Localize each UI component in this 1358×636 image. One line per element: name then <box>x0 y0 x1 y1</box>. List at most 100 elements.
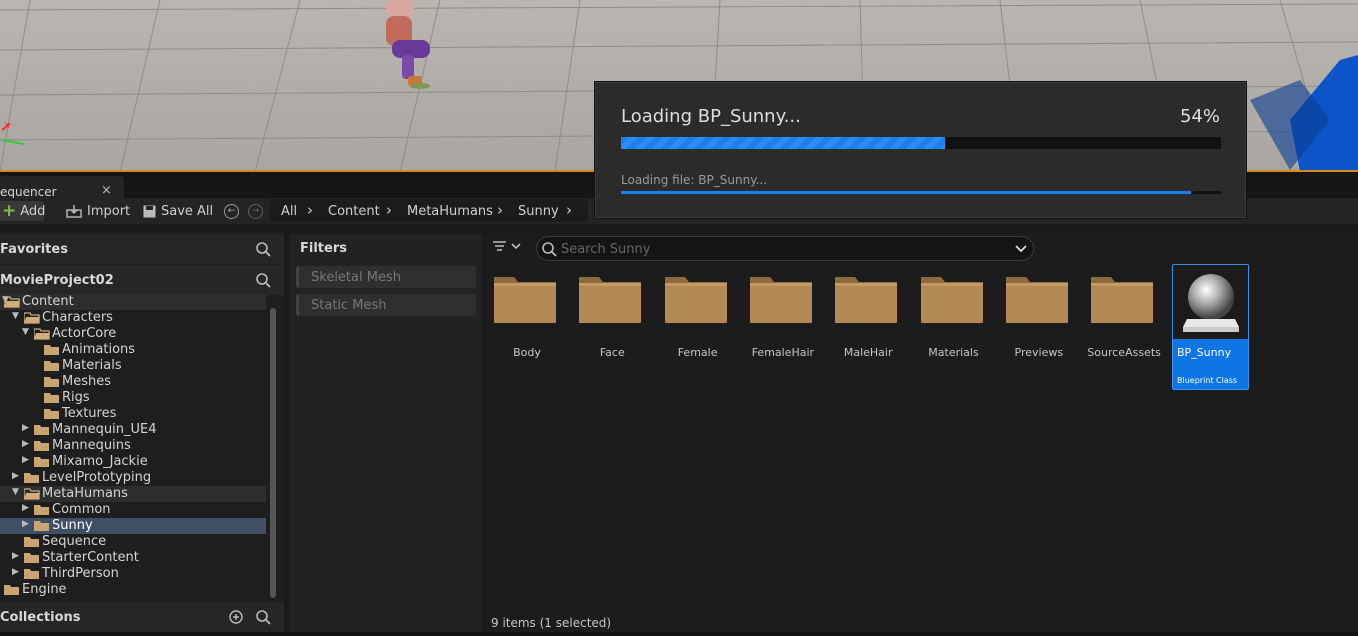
asset-folder-sourceassets[interactable]: SourceAssets <box>1087 274 1161 364</box>
chevron-right-icon[interactable]: ▶ <box>22 423 29 433</box>
filter-label: Static Mesh <box>311 298 387 313</box>
tree-item-label: Mannequin_UE4 <box>52 422 157 437</box>
asset-folder-materials[interactable]: Materials <box>919 274 989 364</box>
tree-item-animations[interactable]: Animations <box>0 342 266 358</box>
tree-item-content[interactable]: ▼ Content <box>0 294 266 310</box>
loading-percent: 54% <box>1179 106 1220 127</box>
tree-item-meshes[interactable]: Meshes <box>0 374 266 390</box>
tree-item-label: Sunny <box>52 518 93 533</box>
chevron-down-icon[interactable]: ▼ <box>12 311 19 321</box>
folder-tree: ▼ Content ▼ Characters ▼ ActorCore Animations M… <box>0 294 266 600</box>
tree-item-metahumans[interactable]: ▼ MetaHumans <box>0 486 266 502</box>
chevron-right-icon[interactable]: ▶ <box>12 567 19 577</box>
svg-text:x: x <box>4 120 10 131</box>
search-input[interactable]: Search Sunny <box>536 236 1034 261</box>
add-label: Add <box>20 203 46 219</box>
plus-icon: + <box>2 201 17 221</box>
tree-item-sunny[interactable]: ▶ Sunny <box>0 518 266 534</box>
tree-item-actorcore[interactable]: ▼ ActorCore <box>0 326 266 342</box>
tree-item-startercontent[interactable]: ▶ StarterContent <box>0 550 266 566</box>
tree-item-sequence[interactable]: Sequence <box>0 534 266 550</box>
asset-label: Previews <box>1014 346 1064 359</box>
asset-folder-femalehair[interactable]: FemaleHair <box>748 274 818 364</box>
blueprint-sphere-icon <box>1183 274 1239 332</box>
folder-icon <box>494 277 556 323</box>
favorites-header[interactable]: Favorites <box>0 234 284 264</box>
tree-item-levelprototyping[interactable]: ▶ LevelPrototyping <box>0 470 266 486</box>
folder-icon <box>1005 277 1068 323</box>
search-placeholder: Search Sunny <box>561 242 651 257</box>
tree-item-rigs[interactable]: Rigs <box>0 390 266 406</box>
search-icon[interactable] <box>256 610 271 625</box>
tree-item-label: Textures <box>62 406 117 421</box>
search-icon[interactable] <box>256 242 271 257</box>
tree-item-label: Mannequins <box>52 438 131 453</box>
chevron-down-icon[interactable] <box>1015 245 1027 253</box>
chevron-right-icon[interactable]: ▶ <box>12 551 19 561</box>
project-header[interactable]: MovieProject02 <box>0 265 284 295</box>
filter-static-mesh[interactable]: Static Mesh <box>296 294 476 316</box>
asset-folder-previews[interactable]: Previews <box>1004 274 1074 364</box>
add-circle-icon[interactable] <box>229 610 244 625</box>
breadcrumb-all[interactable]: All <box>281 201 297 221</box>
save-all-label: Save All <box>161 203 214 219</box>
tree-item-mixamo-jackie[interactable]: ▶ Mixamo_Jackie <box>0 454 266 470</box>
chevron-down-icon[interactable]: ▼ <box>22 327 29 337</box>
status-text: 9 items (1 selected) <box>491 616 612 630</box>
back-icon[interactable]: ← <box>224 204 239 219</box>
asset-folder-female[interactable]: Female <box>663 274 733 364</box>
tree-item-label: Engine <box>22 582 67 597</box>
folder-icon <box>1091 277 1154 323</box>
tree-item-materials[interactable]: Materials <box>0 358 266 374</box>
filter-dropdown-icon[interactable] <box>492 240 522 254</box>
tree-item-thirdperson[interactable]: ▶ ThirdPerson <box>0 566 266 582</box>
tree-scrollbar[interactable] <box>270 308 276 598</box>
chevron-right-icon: › <box>566 201 572 219</box>
search-icon <box>542 242 557 257</box>
save-all-button[interactable]: Save All <box>143 201 213 221</box>
folder-icon <box>835 277 898 323</box>
loading-file-text: Loading file: BP_Sunny... <box>621 173 768 187</box>
breadcrumb-metahumans[interactable]: MetaHumans <box>407 201 493 221</box>
close-icon[interactable]: × <box>101 183 112 198</box>
add-button[interactable]: + Add <box>0 201 46 221</box>
import-button[interactable]: Import <box>66 201 130 221</box>
folder-icon <box>920 277 983 323</box>
tree-item-common[interactable]: ▶ Common <box>0 502 266 518</box>
loading-progress-bar <box>621 137 1221 149</box>
chevron-right-icon[interactable]: ▶ <box>22 519 29 529</box>
breadcrumb-sunny[interactable]: Sunny <box>518 201 559 221</box>
tree-item-engine[interactable]: Engine <box>0 582 266 598</box>
tab-label: equencer <box>0 185 57 199</box>
collections-header[interactable]: Collections <box>0 602 284 632</box>
tab-sequencer[interactable]: equencer × <box>0 176 124 199</box>
breadcrumb-content[interactable]: Content <box>328 201 380 221</box>
tree-item-label: Common <box>52 502 111 517</box>
chevron-right-icon[interactable]: ▶ <box>22 439 29 449</box>
sources-panel: Favorites MovieProject02 ▼ Content ▼ Charac… <box>0 232 284 636</box>
import-label: Import <box>87 203 131 219</box>
blueprint-thumbnail <box>1173 265 1248 339</box>
asset-label: Body <box>513 346 541 359</box>
chevron-right-icon[interactable]: ▶ <box>22 455 29 465</box>
asset-folder-face[interactable]: Face <box>577 274 647 364</box>
filters-title: Filters <box>300 241 347 256</box>
import-icon <box>66 205 82 218</box>
search-icon[interactable] <box>256 273 271 288</box>
folder-icon <box>579 277 642 323</box>
filter-skeletal-mesh[interactable]: Skeletal Mesh <box>296 266 476 288</box>
tree-item-mannequin-ue4[interactable]: ▶ Mannequin_UE4 <box>0 422 266 438</box>
tree-item-textures[interactable]: Textures <box>0 406 266 422</box>
tree-item-characters[interactable]: ▼ Characters <box>0 310 266 326</box>
tree-item-mannequins[interactable]: ▶ Mannequins <box>0 438 266 454</box>
chevron-down-icon[interactable]: ▼ <box>12 487 19 497</box>
chevron-right-icon[interactable]: ▶ <box>12 471 19 481</box>
chevron-right-icon[interactable]: ▶ <box>22 503 29 513</box>
tree-item-label: Sequence <box>42 534 107 549</box>
asset-folder-body[interactable]: Body <box>492 274 562 364</box>
asset-folder-malehair[interactable]: MaleHair <box>833 274 903 364</box>
asset-bp-sunny[interactable]: BP_Sunny Blueprint Class <box>1172 264 1249 390</box>
project-title: MovieProject02 <box>0 273 114 288</box>
forward-icon[interactable]: → <box>248 204 263 219</box>
file-progress-bar <box>621 191 1221 194</box>
